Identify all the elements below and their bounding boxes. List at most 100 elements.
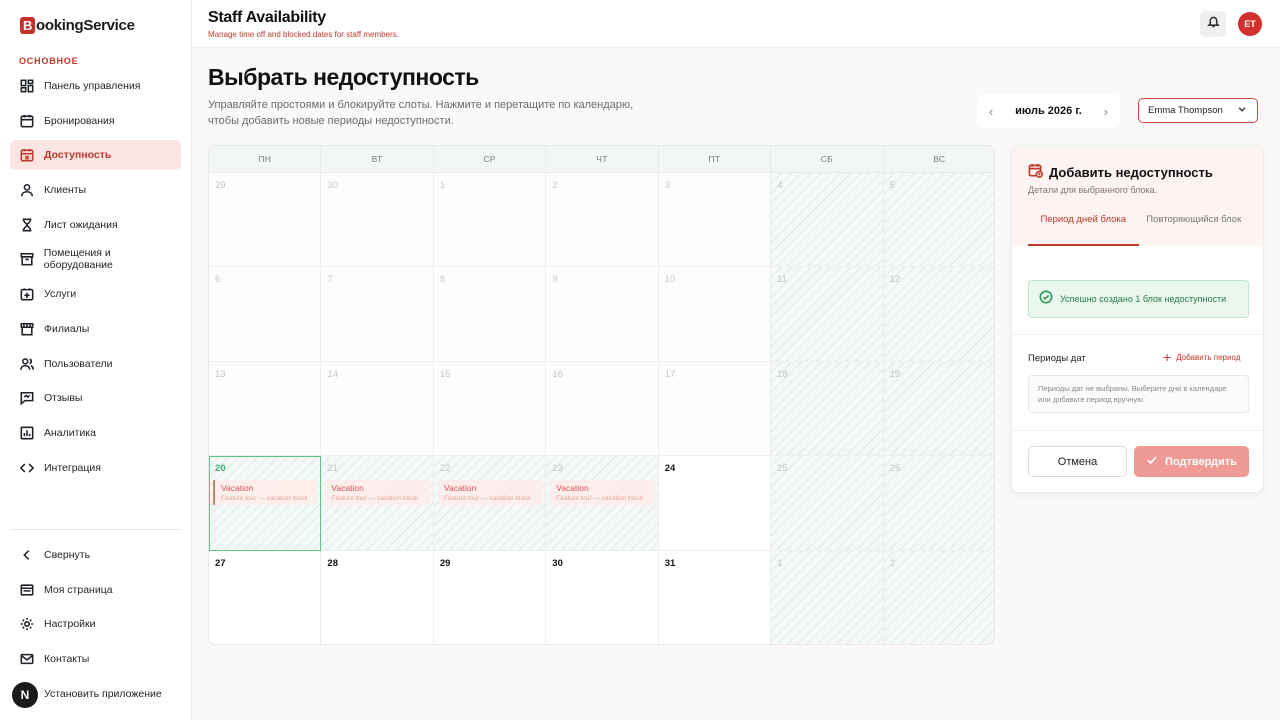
tab-block-period[interactable]: Период дней блока [1028,212,1139,246]
weekday-label: ВТ [321,146,434,172]
calendar-day-cell[interactable]: 19 [883,361,994,457]
calendar-day-cell[interactable]: 24 [658,456,772,551]
add-period-button[interactable]: + Добавить период [1163,350,1240,364]
sidebar-item-label: Услуги [44,288,77,301]
day-number: 29 [439,557,451,569]
calendar-day-cell[interactable]: 2 [546,173,659,268]
user-avatar[interactable]: ET [1238,12,1262,36]
calendar-day-cell[interactable]: 16 [546,361,659,457]
calendar-day-cell[interactable]: 5 [883,173,994,268]
calendar-day-cell[interactable]: 21 Vacation Feature tour — vacation block [321,456,434,551]
sidebar-item-branches[interactable]: Филиалы [10,314,181,344]
app-avatar[interactable]: N [12,682,38,708]
brand-logo[interactable]: B ookingService [20,17,135,34]
tab-recurring-block[interactable]: Повторяющийся блок [1139,212,1250,246]
panel-tabs: Период дней блока Повторяющийся блок [1028,212,1249,246]
sidebar-item-clients[interactable]: Клиенты [10,175,181,205]
calendar-day-cell[interactable]: 27 [209,550,322,644]
sidebar-item-reviews[interactable]: Отзывы [10,383,181,413]
calendar-day-cell[interactable]: 12 [883,267,994,362]
calendar-day-cell[interactable]: 23 Vacation Feature tour — vacation block [546,456,659,551]
sidebar-item-settings[interactable]: Настройки [10,609,181,639]
sidebar-item-integration[interactable]: Интеграция [10,453,181,483]
notifications-button[interactable] [1200,11,1226,37]
day-number: 17 [664,368,676,380]
day-number: 9 [552,274,558,286]
day-number: 23 [552,463,563,475]
sidebar-item-collapse[interactable]: Свернуть [10,540,181,570]
calendar-day-cell[interactable]: 3 [658,173,772,268]
event-title: Vacation [443,483,477,494]
next-month-button[interactable]: › [1104,104,1108,119]
date-periods-label: Периоды дат [1028,353,1086,364]
unavailability-block[interactable]: Vacation Feature tour — vacation block [437,480,543,506]
calendar-day-cell[interactable]: 18 [771,361,884,457]
sidebar-item-label: Аналитика [44,426,96,439]
unavailability-block[interactable]: Vacation Feature tour — vacation block [325,480,430,506]
calendar-day-cell[interactable]: 30 [546,550,659,644]
topbar-title: Staff Availability [208,9,326,26]
calendar-day-cell[interactable]: 31 [658,550,772,644]
sidebar-item-label: Установить приложение [44,687,162,700]
calendar-day-cell[interactable]: 28 [321,550,434,644]
sidebar-item-rooms[interactable]: Помещения и оборудование [10,244,181,274]
calendar-day-cell[interactable]: 10 [658,267,772,362]
panel-title-text: Добавить недоступность [1049,164,1213,180]
sidebar-item-services[interactable]: Услуги [10,279,181,309]
calendar-day-cell[interactable]: 4 [771,173,884,268]
sidebar-item-analytics[interactable]: Аналитика [10,418,181,448]
brand-name: ookingService [36,17,135,34]
calendar-day-cell[interactable]: 8 [433,267,547,362]
calendar-day-cell[interactable]: 1 [771,550,884,644]
staff-select[interactable]: Emma Thompson [1138,98,1258,123]
calendar-day-cell[interactable]: 29 [209,173,322,268]
calendar-day-cell[interactable]: 26 [883,456,994,551]
calendar-day-cell[interactable]: 29 [433,550,547,644]
check-circle-icon [1039,290,1060,308]
sidebar-item-availability[interactable]: Доступность [10,140,181,171]
sidebar-item-label: Клиенты [44,184,87,197]
sidebar-item-label: Помещения и оборудование [43,247,113,272]
divider [1012,334,1263,335]
confirm-button[interactable]: Подтвердить [1134,446,1249,477]
calendar-day-cell[interactable]: 1 [433,173,547,268]
calendar: ПН ВТ СР ЧТ ПТ СБ ВС 29 30 1 2 3 4 5 6 7 8 9 10 11 12 13 14 15… [208,145,995,645]
day-number: 18 [777,368,788,380]
calendar-icon [19,113,35,129]
hourglass-icon [19,217,35,233]
calendar-day-cell[interactable]: 2 [883,550,994,644]
unavailability-block[interactable]: Vacation Feature tour — vacation block [550,480,655,506]
event-subtitle: Feature tour — vacation block [221,495,308,503]
calendar-day-cell[interactable]: 17 [658,361,772,457]
sidebar-item-my-page[interactable]: Моя страница [10,575,181,605]
sidebar-item-bookings[interactable]: Бронирования [10,106,181,136]
calendar-day-cell[interactable]: 13 [209,361,322,457]
calendar-day-cell[interactable]: 7 [321,267,434,362]
unavailability-block[interactable]: Vacation Feature tour — vacation block [213,480,318,506]
calendar-day-cell[interactable]: 20 Vacation Feature tour — vacation block [209,456,322,551]
panel-title: Добавить недоступность [1028,163,1213,181]
calendar-day-cell[interactable]: 15 [433,361,547,457]
page-description: Управляйте простоями и блокируйте слоты.… [208,99,634,127]
calendar-day-cell[interactable]: 9 [546,267,659,362]
sidebar-item-contacts[interactable]: Контакты [10,644,181,674]
event-subtitle: Feature tour — vacation block [556,495,643,503]
date-periods-empty: Периоды дат не выбраны. Выберите дни в к… [1028,375,1249,413]
calendar-day-cell[interactable]: 11 [771,267,884,362]
calendar-day-cell[interactable]: 14 [321,361,434,457]
sidebar-item-label: Контакты [44,653,90,666]
day-number: 2 [552,180,558,191]
sidebar-item-users[interactable]: Пользователи [10,349,181,379]
calendar-day-cell[interactable]: 22 Vacation Feature tour — vacation block [433,456,547,551]
dashboard-icon [19,78,35,94]
section-label: ОСНОВНОЕ [19,56,79,66]
chat-icon [19,390,35,406]
sidebar-divider [10,529,181,530]
calendar-day-cell[interactable]: 30 [321,173,434,268]
sidebar-item-waitlist[interactable]: Лист ожидания [10,210,181,240]
calendar-day-cell[interactable]: 25 [771,456,884,551]
prev-month-button[interactable]: ‹ [989,104,993,119]
sidebar-item-dashboard[interactable]: Панель управления [10,71,181,101]
calendar-day-cell[interactable]: 6 [209,267,322,362]
cancel-button[interactable]: Отмена [1028,446,1127,477]
